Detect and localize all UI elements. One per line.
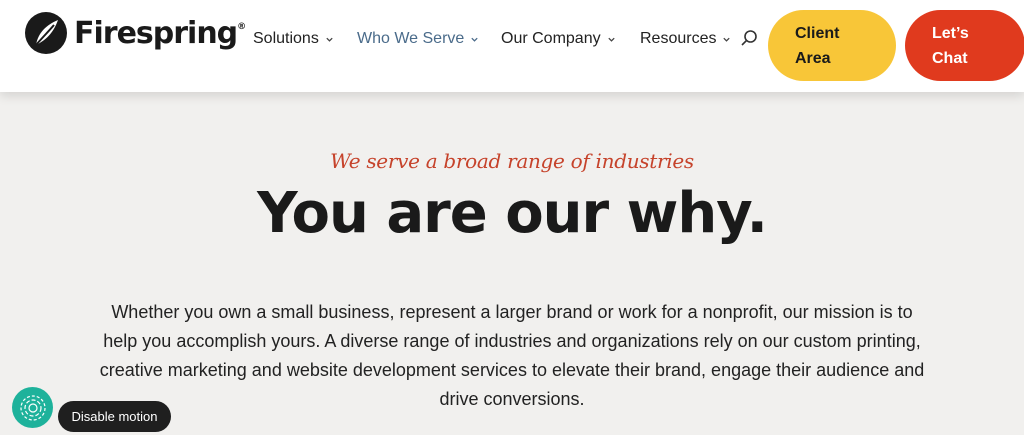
section-eyebrow: We serve a broad range of industries bbox=[330, 149, 694, 173]
nav-label: Who We Serve bbox=[357, 30, 465, 47]
firespring-logo[interactable]: Firespring® bbox=[24, 11, 246, 55]
flame-leaf-icon bbox=[25, 12, 67, 54]
disable-motion-button[interactable]: Disable motion bbox=[58, 401, 171, 432]
client-area-button[interactable]: Client Area bbox=[768, 10, 896, 81]
disable-motion-label: Disable motion bbox=[71, 409, 158, 424]
site-header: Firespring® Solutions Who We Serve Our C… bbox=[0, 0, 1024, 92]
intro-paragraph: Whether you own a small business, repres… bbox=[99, 302, 925, 409]
brand-name: Firespring® bbox=[74, 15, 246, 51]
nav-label: Our Company bbox=[501, 30, 601, 47]
lets-chat-label: Let’s Chat bbox=[932, 24, 969, 67]
lets-chat-button[interactable]: Let’s Chat bbox=[905, 10, 1024, 81]
accessibility-widget-button[interactable] bbox=[12, 387, 53, 428]
chevron-down-icon bbox=[607, 37, 615, 42]
chevron-down-icon bbox=[326, 37, 333, 42]
nav-solutions[interactable]: Solutions bbox=[253, 28, 357, 50]
page-title: You are our why. bbox=[257, 181, 768, 246]
nav-our-company[interactable]: Our Company bbox=[501, 28, 640, 50]
chevron-down-icon bbox=[723, 37, 731, 42]
chevron-down-icon bbox=[471, 37, 478, 42]
nav-resources[interactable]: Resources bbox=[640, 28, 731, 50]
fingerprint-icon bbox=[19, 394, 46, 421]
nav-who-we-serve[interactable]: Who We Serve bbox=[357, 28, 501, 50]
nav-label: Resources bbox=[640, 30, 717, 47]
client-area-label: Client Area bbox=[795, 24, 840, 67]
nav-label: Solutions bbox=[253, 30, 319, 47]
main-nav: Solutions Who We Serve Our Company Resou… bbox=[253, 28, 731, 50]
search-icon[interactable] bbox=[740, 29, 758, 47]
